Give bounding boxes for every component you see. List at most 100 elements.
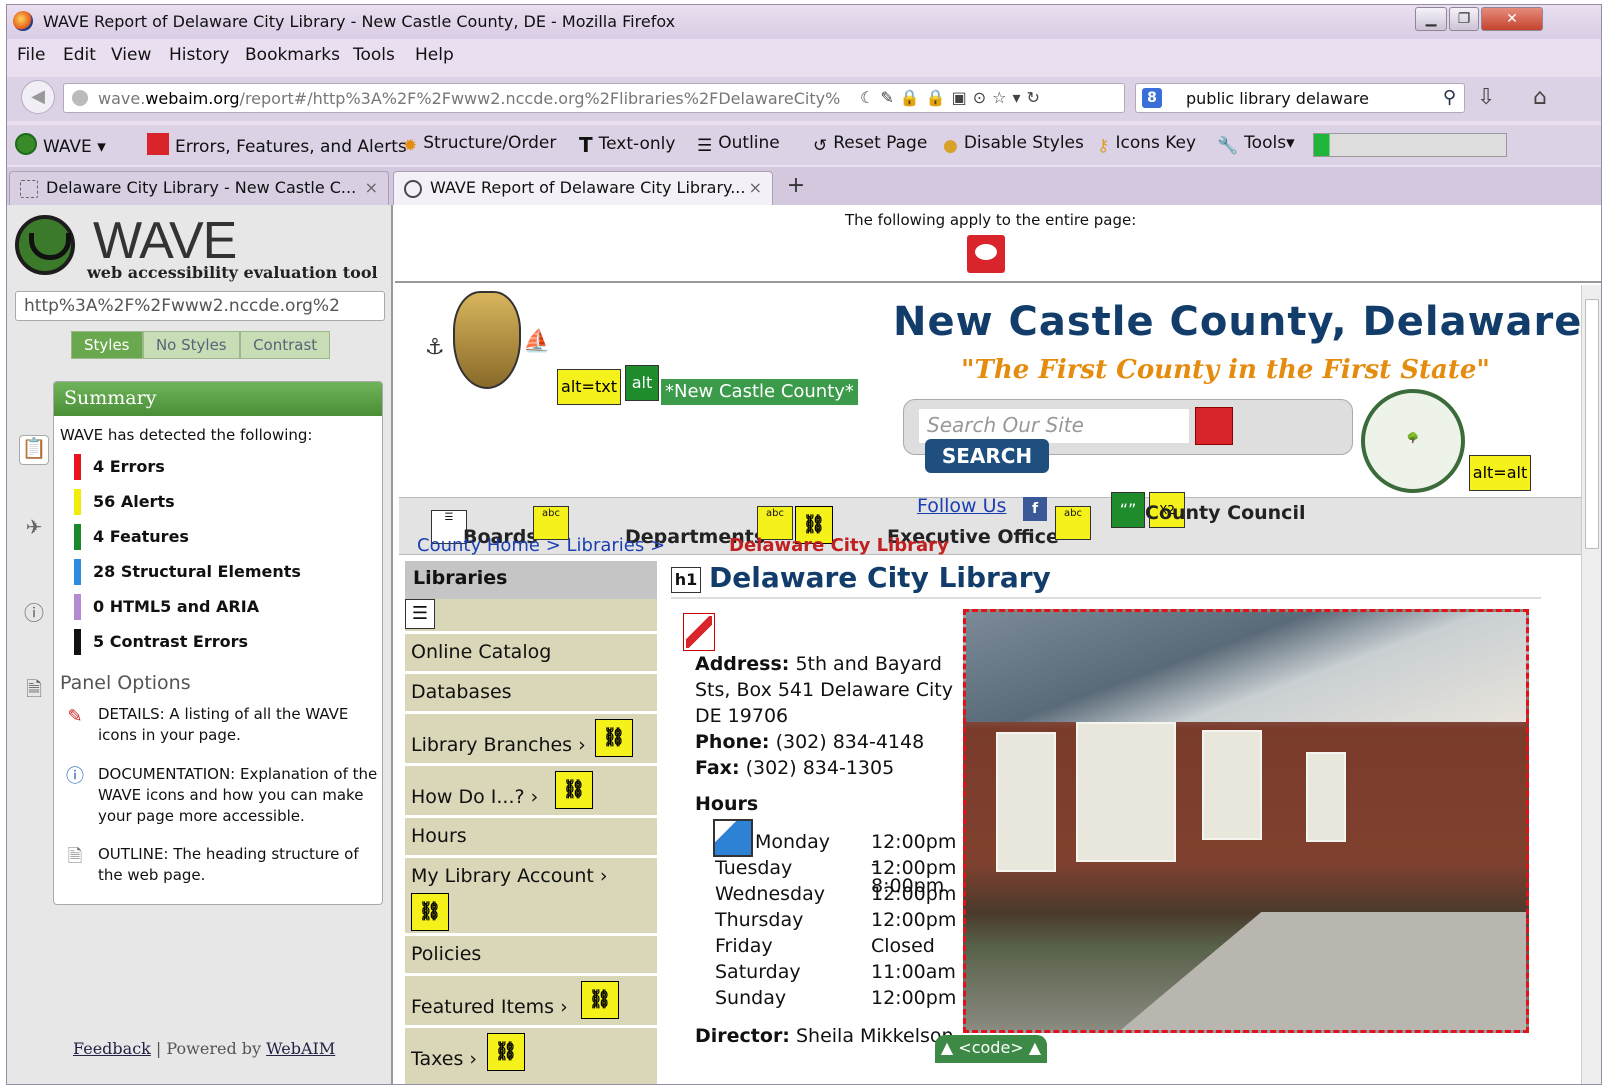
contrast-button[interactable]: Contrast [240, 331, 331, 359]
tab-wave-report[interactable]: WAVE Report of Delaware City Library... × [393, 171, 773, 205]
walkway-shape [1070, 912, 1526, 1030]
structure-order-button[interactable]: ✹ Structure/Order [403, 133, 556, 156]
outline-button[interactable]: ☰ Outline [697, 133, 780, 156]
wrench-icon: 🔧 [1217, 136, 1239, 156]
stat-alerts[interactable]: 56 Alerts [74, 489, 175, 515]
ncc-link[interactable]: *New Castle County* [661, 379, 858, 405]
rendered-site: ⚓ ⛵ alt=txt alt *New Castle County* New … [399, 285, 1581, 1084]
minimize-button[interactable]: ▁ [1415, 7, 1447, 31]
nav-county-council[interactable]: County Council [1145, 502, 1305, 524]
ship-icon: ⛵ [523, 329, 551, 354]
url-text[interactable]: wave.webaim.org/report#/http%3A%2F%2Fwww… [98, 89, 840, 108]
menu-help[interactable]: Help [415, 45, 454, 65]
errors-features-alerts-button[interactable]: Errors, Features, and Alerts [147, 133, 407, 157]
browser-window: WAVE Report of Delaware City Library - N… [6, 4, 1602, 1085]
menu-bookmarks[interactable]: Bookmarks [245, 45, 340, 65]
feedback-link[interactable]: Feedback [73, 1039, 151, 1058]
document-icon[interactable]: 🗎 [19, 675, 49, 705]
wave-toolbar: WAVE ▾ Errors, Features, and Alerts ✹ Str… [7, 125, 1601, 165]
site-search-input[interactable]: Search Our Site [919, 409, 1189, 443]
stat-html5-aria[interactable]: 0 HTML5 and ARIA [74, 594, 259, 620]
menu-tools[interactable]: Tools [353, 45, 395, 65]
new-tab-button[interactable]: + [779, 173, 813, 203]
link-icon[interactable]: ⛓ [581, 981, 619, 1019]
link-icon[interactable]: ⛓ [411, 893, 449, 931]
disable-styles-button[interactable]: ● Disable Styles [943, 133, 1084, 156]
alt-txt-icon[interactable]: alt=txt [557, 369, 621, 405]
google-icon[interactable]: 8 [1142, 88, 1162, 108]
search-icon[interactable]: ⚲ [1443, 87, 1456, 108]
h1-icon[interactable]: h1 [671, 567, 701, 593]
facebook-icon[interactable]: f [1023, 497, 1047, 521]
stat-errors[interactable]: 4 Errors [74, 454, 165, 480]
nav-online-catalog[interactable]: Online Catalog [405, 631, 657, 671]
addon-icons[interactable]: ☾✎🔒🔒▣⊙☆▾↻ [860, 88, 1046, 107]
option-details[interactable]: ✎ DETAILS: A listing of all the WAVE icon… [67, 704, 378, 746]
reset-page-button[interactable]: ↺ Reset Page [813, 133, 927, 156]
nav-policies[interactable]: Policies [405, 933, 657, 973]
nav-hours[interactable]: Hours [405, 815, 657, 855]
breadcrumb[interactable]: County Home > Libraries > [417, 535, 665, 556]
sidebar-url-input[interactable]: http%3A%2F%2Fwww2.nccde.org%2 [15, 291, 385, 321]
view-mode-buttons: Styles No Styles Contrast [71, 331, 331, 359]
download-icon[interactable]: ⇩ [1477, 85, 1495, 110]
speech-bubble-icon[interactable] [967, 235, 1005, 273]
vertical-scrollbar[interactable] [1581, 285, 1601, 1084]
language-icon[interactable]: “” [1111, 492, 1145, 528]
search-bar[interactable]: 8 public library delaware ⚲ [1135, 83, 1465, 113]
menu-edit[interactable]: Edit [63, 45, 96, 65]
link-icon[interactable]: ⛓ [595, 719, 633, 757]
home-icon[interactable]: ⌂ [1533, 85, 1547, 110]
tab-close-icon[interactable]: × [365, 178, 378, 197]
clipboard-icon[interactable]: 📋 [19, 435, 49, 465]
styles-button[interactable]: Styles [71, 331, 143, 359]
menu-view[interactable]: View [111, 45, 151, 65]
option-documentation[interactable]: ⓘ DOCUMENTATION: Explanation of the WAVE … [66, 764, 378, 827]
link-icon[interactable]: ⛓ [555, 771, 593, 809]
no-styles-button[interactable]: No Styles [142, 331, 240, 359]
abc-alert-icon[interactable]: abc [1055, 506, 1091, 540]
stat-features[interactable]: 4 Features [74, 524, 189, 550]
alt-icon[interactable]: alt [625, 365, 659, 401]
logo-title: WAVE [93, 212, 237, 270]
menu-history[interactable]: History [169, 45, 229, 65]
code-toggle-button[interactable]: ▲ <code> ▲ [935, 1035, 1047, 1063]
close-button[interactable]: ✕ [1481, 7, 1543, 31]
icons-key-button[interactable]: ⚷ Icons Key [1097, 133, 1196, 156]
option-outline[interactable]: 🗎 OUTLINE: The heading structure of the w… [68, 844, 378, 886]
url-bar[interactable]: wave.webaim.org/report#/http%3A%2F%2Fwww… [63, 83, 1125, 113]
tab-close-icon[interactable]: × [749, 178, 762, 197]
stat-structural[interactable]: 28 Structural Elements [74, 559, 301, 585]
building-window [1202, 730, 1262, 840]
stat-contrast[interactable]: 5 Contrast Errors [74, 629, 248, 655]
site-search-button[interactable]: SEARCH [925, 439, 1049, 473]
table-icon[interactable] [713, 819, 753, 857]
flag-icon[interactable]: ✈ [19, 515, 49, 545]
sidebar-footer: Feedback | Powered by WebAIM [73, 1039, 336, 1058]
list-icon[interactable]: ☰ [405, 599, 435, 629]
scrollbar-thumb[interactable] [1585, 299, 1599, 549]
menu-file[interactable]: File [17, 45, 45, 65]
nav-featured-items[interactable]: Featured Items › [405, 973, 657, 1025]
wave-menu-button[interactable]: WAVE ▾ [15, 133, 106, 157]
disable-styles-icon: ● [943, 136, 958, 156]
tools-button[interactable]: 🔧 Tools▾ [1217, 133, 1295, 156]
error-icon[interactable] [683, 613, 715, 651]
follow-us-link[interactable]: Follow Us [917, 495, 1006, 517]
tab-delaware-city-library[interactable]: Delaware City Library - New Castle C... × [9, 171, 389, 205]
maximize-button[interactable]: ❐ [1449, 7, 1479, 31]
text-only-button[interactable]: T Text-only [579, 133, 675, 157]
webaim-link[interactable]: WebAIM [266, 1039, 335, 1058]
nav-how-do-i[interactable]: How Do I...? › [405, 763, 657, 815]
info-icon[interactable]: ⓘ [19, 597, 49, 627]
site-title: New Castle County, Delaware [893, 299, 1581, 345]
nav-taxes[interactable]: Taxes › [405, 1025, 657, 1077]
firefox-icon [13, 11, 33, 31]
nav-databases[interactable]: Databases [405, 671, 657, 711]
error-icon[interactable] [1195, 407, 1233, 445]
back-button[interactable]: ◀ [21, 80, 55, 114]
alt-alt-icon[interactable]: alt=alt [1469, 455, 1531, 491]
search-text[interactable]: public library delaware [1186, 89, 1369, 108]
link-icon[interactable]: ⛓ [487, 1033, 525, 1071]
page-notice: The following apply to the entire page: [395, 205, 1601, 283]
